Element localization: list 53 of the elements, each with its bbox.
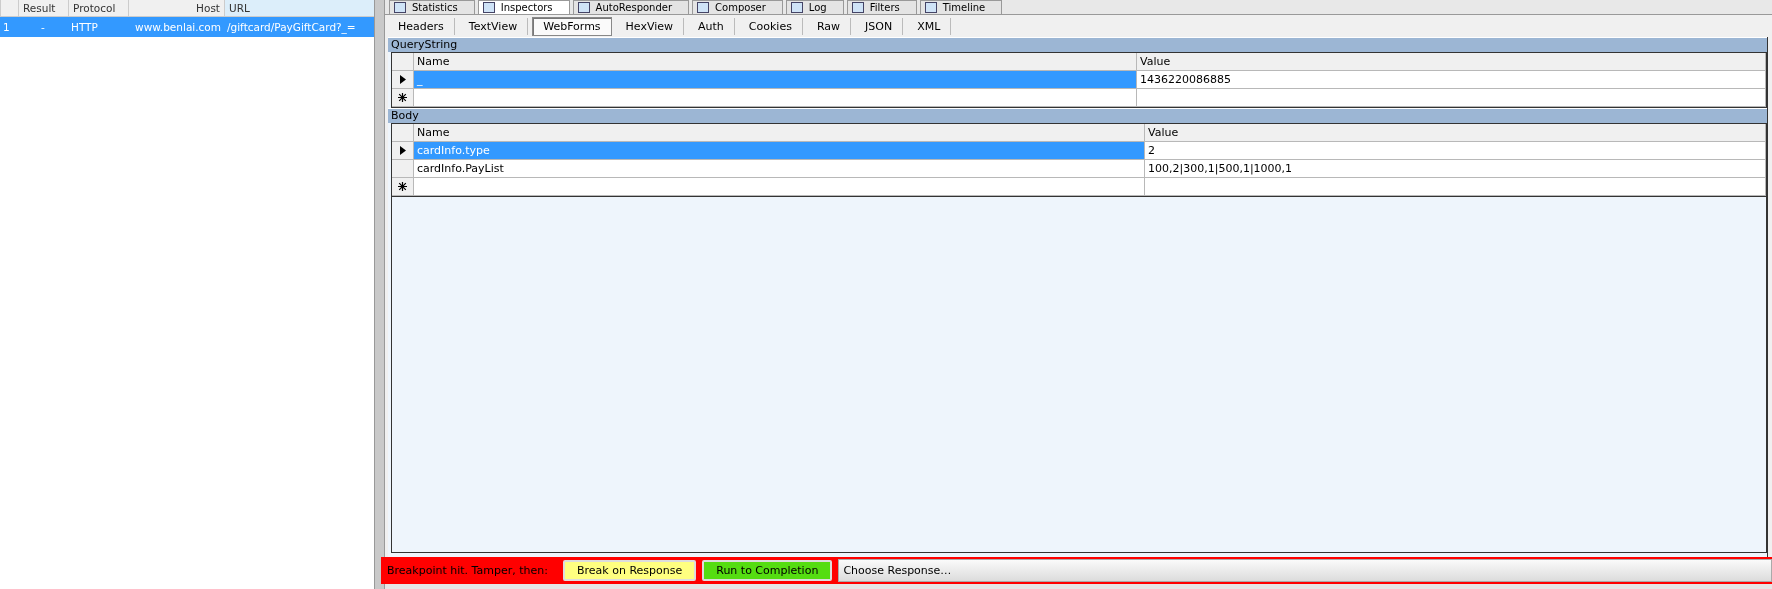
row-header[interactable]: [392, 178, 414, 195]
tab[interactable]: Filters: [846, 0, 917, 14]
column-header[interactable]: Value: [1145, 124, 1766, 141]
status-message: Breakpoint hit. Tamper, then:: [387, 564, 549, 577]
row-header[interactable]: [392, 71, 414, 88]
column-header[interactable]: Protocol: [68, 0, 128, 16]
table-cell[interactable]: 1436220086885: [1137, 71, 1766, 88]
row-pointer-icon: [399, 146, 406, 155]
section-header: QueryString: [388, 37, 1767, 52]
tab[interactable]: WebForms: [532, 16, 612, 36]
row-pointer-icon: [399, 75, 406, 84]
tab-icon: [482, 2, 495, 13]
table-cell-text: -: [40, 20, 46, 35]
tab-icon: [697, 2, 710, 13]
tab[interactable]: JSON: [855, 17, 904, 35]
column-header[interactable]: Result: [18, 0, 68, 16]
column-header[interactable]: Value: [1137, 53, 1766, 70]
tab-icon: [924, 2, 937, 13]
tab-icon: [394, 2, 406, 13]
response-dropdown[interactable]: Choose Response…: [838, 559, 1772, 582]
asterisk-icon: [398, 93, 407, 102]
row-header[interactable]: [392, 89, 414, 106]
tab[interactable]: Cookies: [738, 17, 803, 35]
tab-icon: [790, 2, 803, 13]
table-cell-text: www.benlai.com: [134, 20, 222, 35]
tab[interactable]: Composer: [692, 0, 783, 14]
tab[interactable]: TextView: [458, 17, 529, 35]
tab[interactable]: HexView: [615, 17, 685, 35]
section-header: Body: [388, 108, 1767, 123]
tab-icon: [851, 2, 864, 13]
table-cell[interactable]: cardInfo.PayList: [414, 160, 1145, 177]
tab[interactable]: Auth: [688, 17, 735, 35]
tab[interactable]: Inspectors: [477, 0, 570, 14]
tab[interactable]: Headers: [388, 17, 455, 35]
tab[interactable]: Timeline: [919, 0, 1003, 14]
tab[interactable]: XML: [907, 17, 952, 35]
action-button[interactable]: Run to Completion: [702, 560, 833, 581]
tab-icon: [577, 2, 590, 13]
table-cell-text: /giftcard/PayGiftCard?_=: [226, 20, 357, 35]
tab[interactable]: AutoResponder: [572, 0, 690, 14]
table-cell-text: 1: [2, 20, 11, 35]
tab[interactable]: Log: [785, 0, 844, 14]
column-header[interactable]: Name: [414, 124, 1145, 141]
column-header[interactable]: URL: [224, 0, 374, 16]
table-cell[interactable]: 2: [1145, 142, 1766, 159]
asterisk-icon: [398, 182, 407, 191]
table-cell-text: HTTP: [70, 20, 99, 35]
column-header[interactable]: Name: [414, 53, 1137, 70]
tab[interactable]: Raw: [806, 17, 852, 35]
row-header[interactable]: [392, 142, 414, 159]
table-cell[interactable]: 100,2|300,1|500,1|1000,1: [1145, 160, 1766, 177]
tab[interactable]: Statistics: [389, 0, 475, 14]
action-button[interactable]: Break on Response: [563, 560, 697, 581]
